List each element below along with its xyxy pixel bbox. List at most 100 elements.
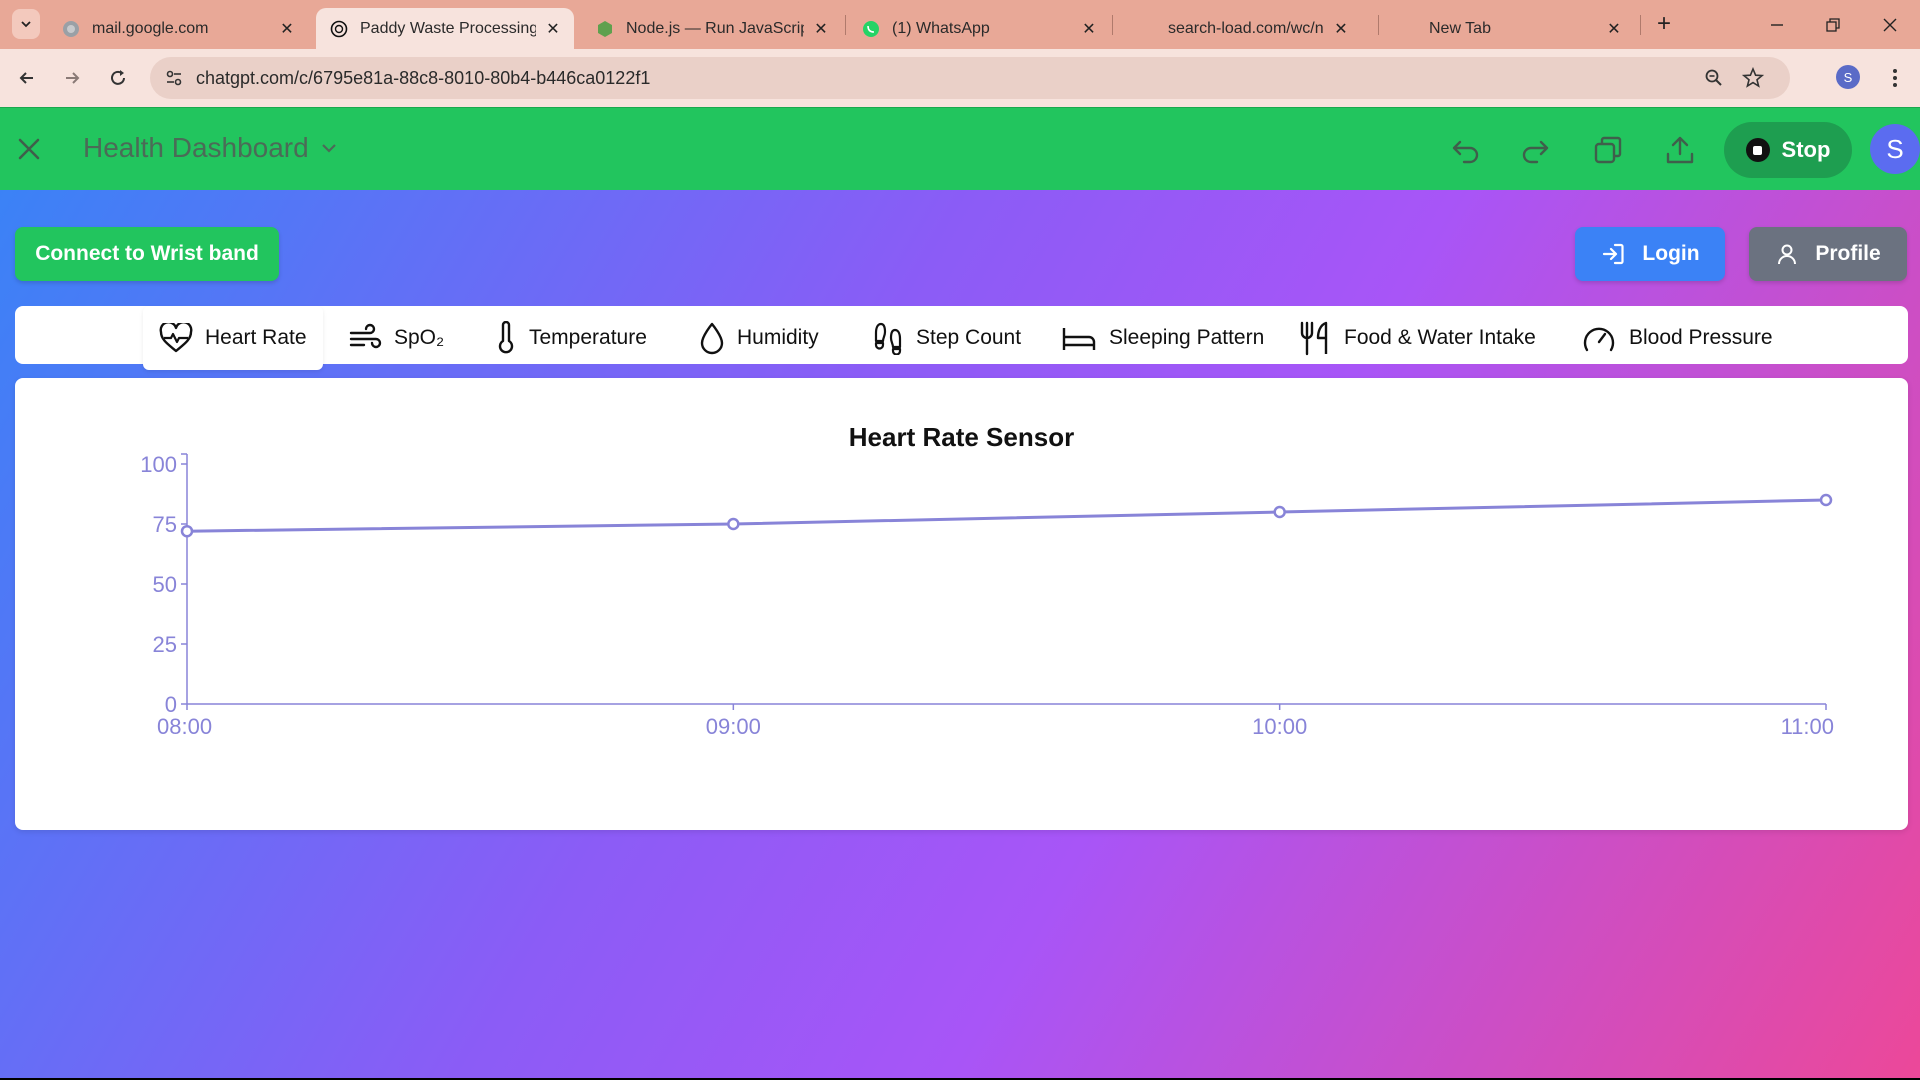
browser-tab[interactable]: search-load.com/wc/newta ✕ <box>1140 8 1362 49</box>
y-tick-label: 25 <box>153 632 177 657</box>
browser-profile-avatar[interactable]: S <box>1836 65 1860 89</box>
close-icon[interactable] <box>14 134 44 164</box>
dashboard-main: Connect to Wrist band Login Profile Hear… <box>0 190 1920 1078</box>
user-avatar[interactable]: S <box>1870 124 1920 174</box>
tab-label: Food & Water Intake <box>1344 326 1536 349</box>
tab-blood-pressure[interactable]: Blood Pressure <box>1565 306 1789 370</box>
reload-button[interactable] <box>103 63 133 93</box>
sensor-tab-list: Heart Rate SpO₂ Temperature Humidity Ste… <box>15 306 1908 370</box>
browser-tab[interactable]: (1) WhatsApp ✕ <box>848 8 1110 49</box>
profile-button[interactable]: Profile <box>1749 227 1907 281</box>
tab-label: Step Count <box>916 326 1022 349</box>
chatgpt-icon <box>330 20 348 38</box>
restore-icon <box>1826 18 1840 32</box>
browser-toolbar: chatgpt.com/c/6795e81a-88c8-8010-80b4-b4… <box>0 49 1920 107</box>
x-tick-label: 08:00 <box>157 714 212 739</box>
user-icon <box>1778 244 1797 265</box>
stop-button[interactable]: Stop <box>1724 122 1852 178</box>
data-point <box>1819 493 1833 507</box>
redo-icon <box>1522 140 1549 164</box>
close-icon[interactable]: ✕ <box>812 20 830 38</box>
tab-label: SpO₂ <box>394 326 445 349</box>
tab-temperature[interactable]: Temperature <box>479 306 663 370</box>
tab-food-water-intake[interactable]: Food & Water Intake <box>1282 306 1552 370</box>
tab-sleeping-pattern[interactable]: Sleeping Pattern <box>1045 306 1280 370</box>
arrow-left-icon <box>19 72 33 84</box>
window-close-button[interactable] <box>1875 10 1905 40</box>
tab-label: Humidity <box>737 326 819 349</box>
browser-tab[interactable]: New Tab ✕ <box>1405 8 1635 49</box>
tab-heart-rate[interactable]: Heart Rate <box>143 306 323 370</box>
address-bar[interactable]: chatgpt.com/c/6795e81a-88c8-8010-80b4-b4… <box>150 57 1790 99</box>
new-tab-button[interactable]: + <box>1652 10 1676 37</box>
forward-button[interactable] <box>57 63 87 93</box>
x-tick-label: 10:00 <box>1252 714 1307 739</box>
close-icon <box>1883 18 1897 32</box>
redo-button[interactable] <box>1517 132 1553 168</box>
browser-tab[interactable]: mail.google.com ✕ <box>48 8 308 49</box>
tab-title: (1) WhatsApp <box>892 19 990 37</box>
tab-label: Heart Rate <box>205 326 307 349</box>
tab-title: New Tab <box>1429 19 1491 37</box>
reload-icon <box>111 70 125 85</box>
app-title: Health Dashboard <box>83 132 309 163</box>
copy-icon <box>1594 136 1622 164</box>
login-button[interactable]: Login <box>1575 227 1725 281</box>
upload-icon <box>1666 136 1694 164</box>
tab-label: Temperature <box>529 326 647 349</box>
tab-separator <box>1640 15 1641 35</box>
bookmark-star-icon[interactable] <box>1742 67 1764 89</box>
y-tick-label: 75 <box>153 512 177 537</box>
tab-search-button[interactable] <box>12 9 40 39</box>
restore-button[interactable] <box>1818 10 1848 40</box>
heart-rate-line-chart: 025507510008:00 09:00 10:00 11:00 <box>140 452 1834 739</box>
tab-label: Blood Pressure <box>1629 326 1773 349</box>
close-icon[interactable]: ✕ <box>278 20 296 38</box>
tab-spo2[interactable]: SpO₂ <box>332 306 460 370</box>
y-tick-label: 50 <box>153 572 177 597</box>
url-text: chatgpt.com/c/6795e81a-88c8-8010-80b4-b4… <box>196 68 651 88</box>
droplet-icon <box>700 322 724 355</box>
site-settings-icon[interactable] <box>164 68 184 88</box>
back-button[interactable] <box>12 63 42 93</box>
connect-wristband-button[interactable]: Connect to Wrist band <box>15 227 279 281</box>
footprints-icon <box>874 322 902 355</box>
minimize-button[interactable] <box>1762 10 1792 40</box>
app-title-dropdown[interactable]: Health Dashboard <box>83 132 339 164</box>
close-icon[interactable]: ✕ <box>1332 20 1350 38</box>
copy-button[interactable] <box>1590 132 1626 168</box>
login-label: Login <box>1642 242 1700 265</box>
tab-step-count[interactable]: Step Count <box>856 306 1037 370</box>
minimize-icon <box>1771 24 1783 26</box>
tab-title: mail.google.com <box>92 19 209 37</box>
data-point <box>180 524 194 538</box>
tab-separator <box>1112 15 1113 35</box>
close-icon[interactable]: ✕ <box>1080 20 1098 38</box>
data-point <box>1273 505 1286 519</box>
close-icon[interactable]: ✕ <box>1605 20 1623 38</box>
thermometer-icon <box>498 321 514 354</box>
bed-icon <box>1062 328 1096 350</box>
stop-icon <box>1745 138 1770 162</box>
close-icon[interactable]: ✕ <box>544 20 562 38</box>
app-header: Health Dashboard Stop S <box>0 107 1920 190</box>
share-button[interactable] <box>1662 132 1698 168</box>
undo-button[interactable] <box>1448 132 1484 168</box>
wind-icon <box>349 323 382 349</box>
data-point <box>727 517 740 531</box>
profile-label: Profile <box>1815 242 1881 265</box>
browser-tab[interactable]: Node.js — Run JavaScript E ✕ <box>582 8 842 49</box>
heart-pulse-icon <box>159 323 193 353</box>
tab-separator <box>845 15 846 35</box>
undo-icon <box>1452 140 1479 164</box>
whatsapp-icon <box>862 20 880 38</box>
browser-tab-active[interactable]: Paddy Waste Processing M ✕ <box>316 8 574 49</box>
tab-humidity[interactable]: Humidity <box>683 306 835 370</box>
y-tick-label: 100 <box>140 452 177 477</box>
more-vertical-icon <box>1893 69 1897 87</box>
tab-label: Sleeping Pattern <box>1109 326 1265 349</box>
login-icon <box>1603 243 1625 265</box>
zoom-icon[interactable] <box>1704 68 1724 88</box>
browser-menu-button[interactable] <box>1880 63 1910 93</box>
globe-icon <box>62 20 80 38</box>
